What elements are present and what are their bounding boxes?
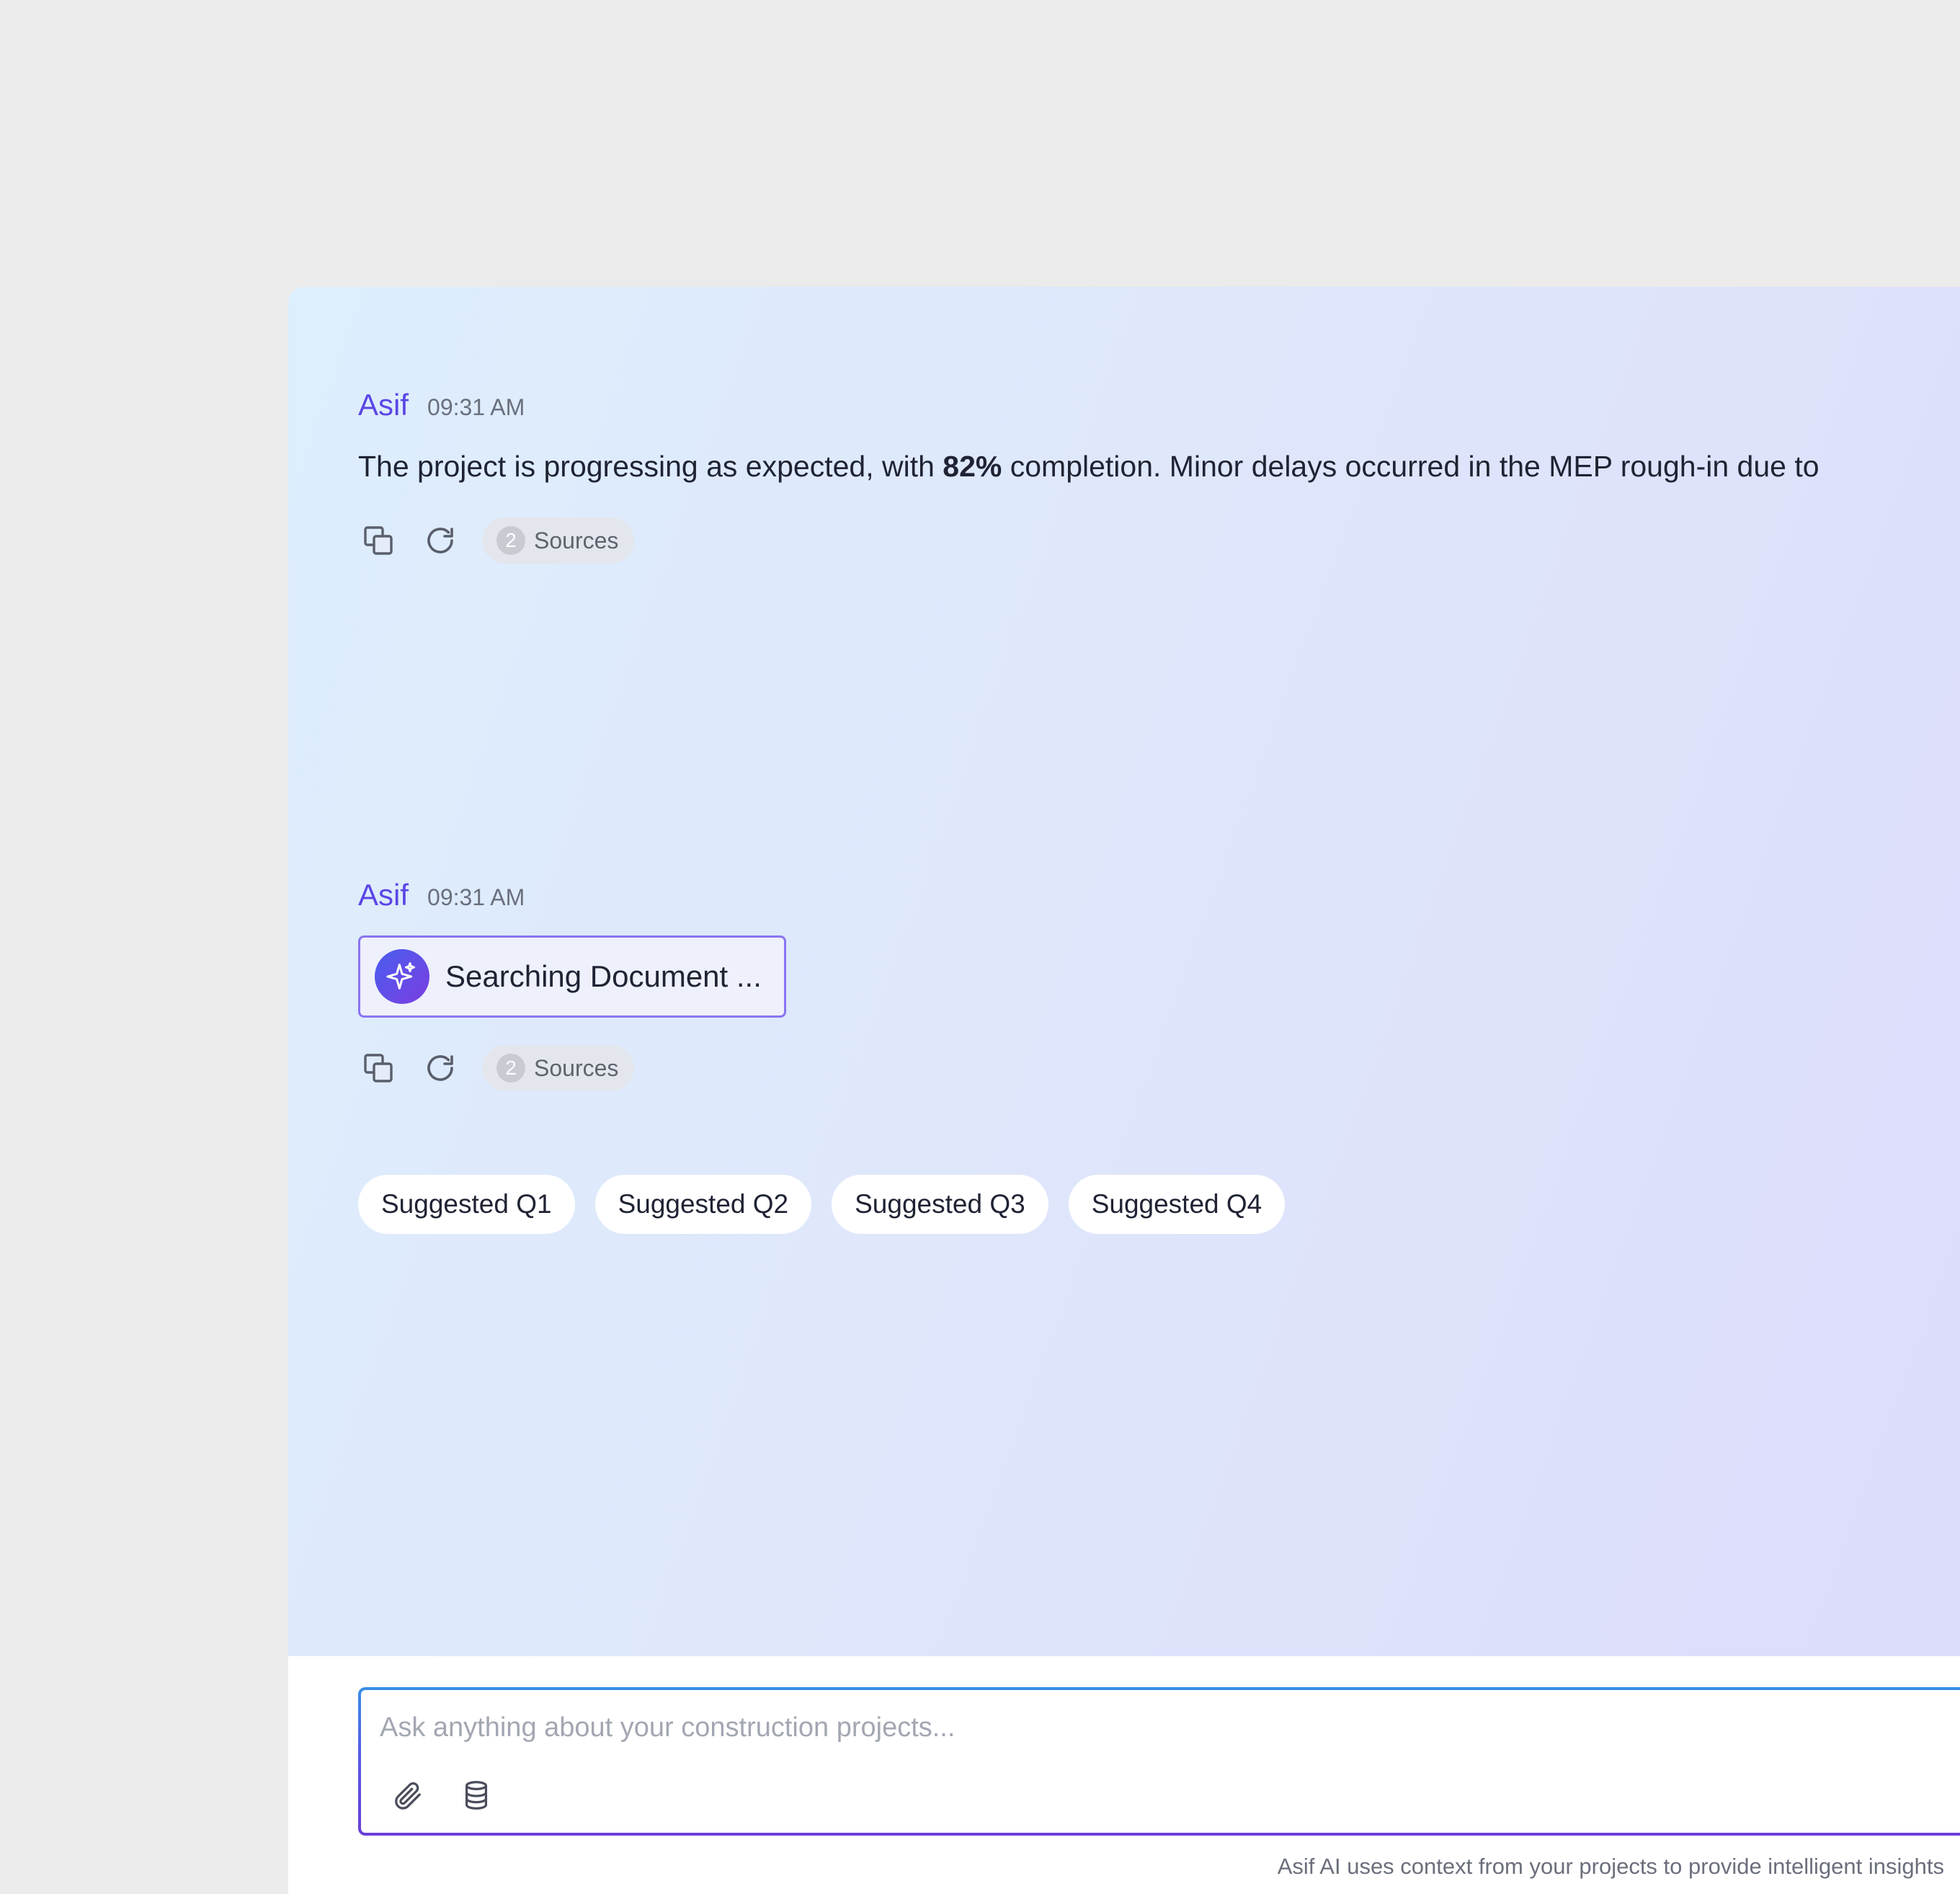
chat-input[interactable] [380, 1706, 1960, 1749]
message-actions: 2 Sources [358, 517, 1819, 564]
searching-text: Searching Document ... [445, 959, 762, 993]
message-author: Asif [358, 388, 409, 422]
message-author: Asif [358, 878, 409, 912]
completion-percent: 82% [943, 450, 1002, 483]
chat-messages-area: Asif 09:31 AM The project is progressing… [288, 287, 1960, 1656]
message-header: Asif 09:31 AM [358, 878, 786, 921]
message-time: 09:31 AM [427, 884, 525, 910]
data-source-button[interactable] [456, 1775, 496, 1815]
searching-status: Searching Document ... [358, 935, 786, 1018]
suggestion-chip-3[interactable]: Suggested Q3 [832, 1175, 1048, 1234]
refresh-icon [427, 1055, 453, 1081]
message-header: Asif 09:31 AM [358, 388, 1819, 431]
suggestion-chip-1[interactable]: Suggested Q1 [358, 1175, 575, 1234]
suggested-questions: Suggested Q1 Suggested Q2 Suggested Q3 S… [358, 1175, 1286, 1234]
sources-count: 2 [496, 526, 525, 555]
paperclip-icon [395, 1782, 421, 1810]
message-text-part: The project is progressing as expected, … [358, 450, 943, 483]
message-text-part: completion. Minor delays occurred in the… [1002, 450, 1819, 483]
database-icon [465, 1781, 488, 1810]
copy-button[interactable] [358, 520, 398, 561]
sources-label: Sources [534, 1054, 619, 1081]
attach-button[interactable] [387, 1775, 427, 1815]
suggestion-chip-2[interactable]: Suggested Q2 [594, 1175, 812, 1234]
copy-button[interactable] [358, 1048, 398, 1088]
message-2: Asif 09:31 AM Searching Document ... 2 S… [358, 878, 786, 1091]
regenerate-button[interactable] [420, 520, 460, 561]
copy-icon [364, 1054, 393, 1082]
message-1: Asif 09:31 AM The project is progressing… [358, 388, 1819, 564]
sources-pill[interactable]: 2 Sources [482, 517, 635, 564]
ai-avatar [375, 949, 429, 1004]
sources-pill[interactable]: 2 Sources [482, 1045, 635, 1091]
suggestion-chip-4[interactable]: Suggested Q4 [1068, 1175, 1286, 1234]
message-actions: 2 Sources [358, 1045, 786, 1091]
message-text: The project is progressing as expected, … [358, 445, 1819, 487]
refresh-icon [427, 528, 453, 553]
message-composer [358, 1687, 1960, 1836]
sources-label: Sources [534, 527, 619, 553]
chat-panel: Asif 09:31 AM The project is progressing… [288, 287, 1960, 1894]
sparkle-icon [386, 962, 415, 990]
ai-disclaimer: Asif AI uses context from your projects … [1277, 1854, 1944, 1879]
regenerate-button[interactable] [420, 1048, 460, 1088]
sources-count: 2 [496, 1054, 525, 1082]
message-time: 09:31 AM [427, 394, 525, 420]
composer-tools [387, 1775, 496, 1815]
copy-icon [364, 526, 393, 555]
